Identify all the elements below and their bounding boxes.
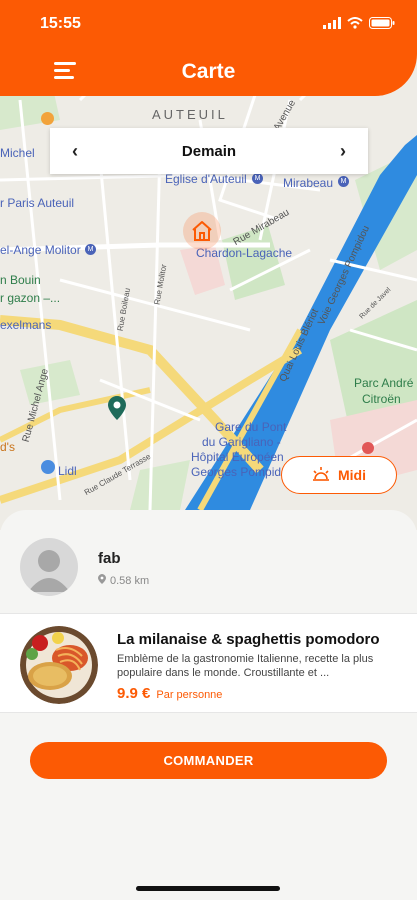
- selected-day: Demain: [181, 142, 237, 160]
- meal-time-button[interactable]: Midi: [281, 456, 397, 494]
- map-label-michel: Michel: [0, 146, 35, 160]
- map-label-lidl: Lidl: [58, 464, 77, 478]
- bottom-sheet: fab 0.58 km La milanaise & spaghettis po…: [0, 510, 417, 900]
- map-label-auteuil: AUTEUIL: [152, 107, 228, 122]
- map-label-gare-pont: Gare du Pont: [215, 420, 287, 434]
- map-label-ds: d's: [0, 440, 15, 454]
- map-label-eglise-auteuil: Église d'Auteuil: [165, 172, 247, 186]
- status-time: 15:55: [40, 15, 81, 32]
- map-label-citroen: Citroën: [362, 392, 401, 406]
- map-label-chardon-lagache: Chardon-Lagache: [196, 246, 293, 260]
- map-label-garigliano: du Garigliano -: [202, 435, 281, 449]
- map-label-exelmans: exelmans: [0, 318, 52, 332]
- metro-icon: M: [252, 173, 263, 184]
- dish-price-row: 9.9 € Par personne: [117, 685, 222, 702]
- dish-photo: [20, 626, 98, 704]
- map-label-michel-ange-molitor: el-Ange Molitor: [0, 243, 81, 257]
- shopping-icon: [41, 460, 55, 474]
- home-marker-icon[interactable]: [183, 212, 221, 250]
- home-indicator[interactable]: [136, 886, 280, 891]
- dish-description: Emblème de la gastronomie Italienne, rec…: [117, 653, 374, 679]
- sun-icon: [312, 466, 330, 485]
- wifi-icon: [347, 16, 363, 34]
- map-label-gazon: r gazon –...: [0, 291, 61, 305]
- battery-icon: [369, 16, 395, 34]
- restaurant-icon: [41, 112, 54, 125]
- signal-icon: [323, 16, 341, 34]
- map-label-pompidou: Georges Pompidou: [191, 465, 295, 479]
- metro-icon: M: [338, 176, 349, 187]
- day-selector: ‹ Demain ›: [50, 128, 368, 174]
- hospital-icon: [362, 442, 374, 454]
- map-label-mirabeau: Mirabeau: [283, 176, 334, 190]
- map-label-hopital: Hôpital Européen: [191, 450, 284, 464]
- next-day-button[interactable]: ›: [340, 141, 346, 162]
- dish-title: La milanaise & spaghettis pomodoro: [117, 631, 380, 648]
- cook-name: fab: [98, 550, 121, 567]
- dish-price-unit: Par personne: [156, 689, 223, 701]
- dish-card[interactable]: La milanaise & spaghettis pomodoro Emblè…: [0, 613, 417, 713]
- avatar: [20, 538, 78, 596]
- dish-price: 9.9 €: [117, 685, 151, 702]
- page-title: Carte: [181, 60, 236, 83]
- map-label-paris-auteuil: r Paris Auteuil: [0, 196, 75, 210]
- metro-icon: M: [85, 244, 96, 255]
- order-button[interactable]: COMMANDER: [30, 742, 387, 779]
- app-header: 15:55 Carte: [0, 0, 417, 96]
- cook-distance: 0.58 km: [98, 574, 149, 587]
- prev-day-button[interactable]: ‹: [72, 141, 78, 162]
- location-icon: [98, 574, 106, 587]
- map-label-parc-andre: Parc André: [354, 376, 414, 390]
- map-label-bouin: n Bouin: [0, 273, 41, 287]
- status-icons: [323, 16, 395, 34]
- meal-time-label: Midi: [338, 467, 366, 483]
- distance-value: 0.58 km: [110, 574, 150, 587]
- cook-row[interactable]: fab 0.58 km: [0, 536, 417, 616]
